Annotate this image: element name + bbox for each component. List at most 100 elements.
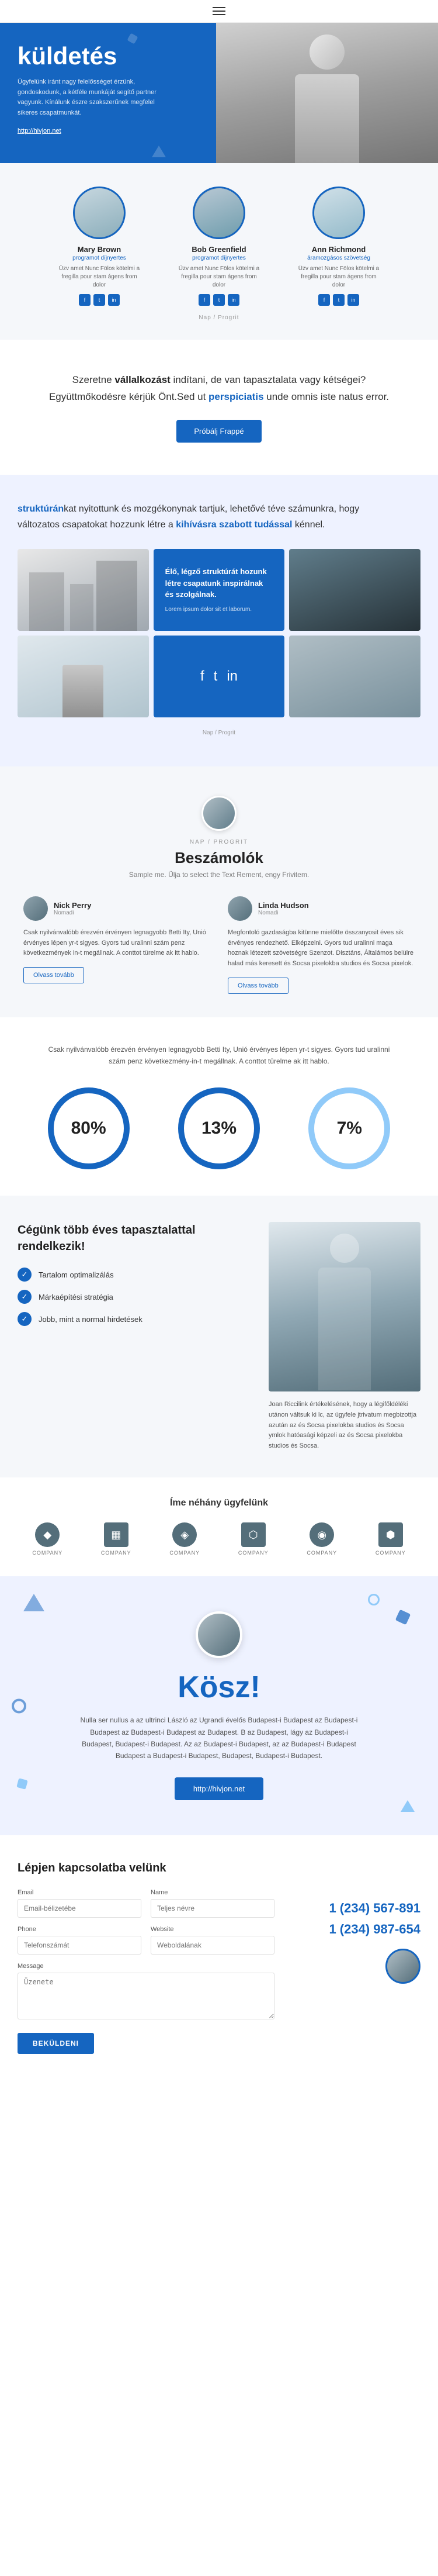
hero-title: küldetés	[18, 43, 199, 69]
avatar-mary	[73, 187, 126, 239]
email-label: Email	[18, 1889, 141, 1896]
name-input[interactable]	[151, 1899, 274, 1918]
fb-icon-feature[interactable]: f	[200, 668, 204, 685]
btn-linda[interactable]: Olvass tovább	[228, 978, 288, 994]
deco-tri-1	[23, 1594, 44, 1611]
client-name-5: COMPANY	[307, 1550, 337, 1556]
form-group-name: Name	[151, 1889, 274, 1918]
team-member-3: Ann Richmond áramozgásos szövetség Üzv a…	[295, 187, 383, 306]
check-1: ✓	[18, 1268, 32, 1282]
form-group-phone: Phone	[18, 1926, 141, 1955]
features-text: struktúránkat nyitottunk és mozgékonynak…	[18, 501, 380, 533]
phone-number-2: 1 (234) 987-654	[329, 1922, 420, 1937]
form-group-website: Website	[151, 1926, 274, 1955]
website-input[interactable]	[151, 1936, 274, 1955]
feature-blue-desc: Lorem ipsum dolor sit et laborum.	[165, 605, 273, 614]
tw-icon-feature[interactable]: t	[214, 668, 218, 685]
cta-text-3: unde omnis iste natus error.	[264, 391, 390, 402]
testimonials-subtitle: Sample me. Ülja to select the Text Remen…	[23, 871, 415, 879]
cta-button[interactable]: Próbálj Frappé	[176, 420, 261, 443]
fb-icon-mary[interactable]: f	[79, 294, 91, 306]
submit-button[interactable]: BEKÜLDENI	[18, 2033, 94, 2054]
in-icon-bob[interactable]: in	[228, 294, 239, 306]
client-5: ◉ COMPANY	[307, 1522, 337, 1556]
feature-card-social: f t in	[154, 636, 285, 717]
features-title-pre: struktúrán	[18, 504, 64, 514]
feature-img-6	[289, 636, 420, 717]
in-icon-mary[interactable]: in	[108, 294, 120, 306]
message-input[interactable]	[18, 1973, 274, 2019]
feature-card-blue: Élő, légző struktúrát hozunk létre csapa…	[154, 549, 285, 631]
stat-1: 80%	[48, 1087, 130, 1169]
member-role-ann: áramozgásos szövetség	[295, 255, 383, 261]
client-6: ⬢ COMPANY	[376, 1522, 406, 1556]
form-group-message: Message	[18, 1963, 274, 2022]
member-role-bob: programot díjnyertes	[175, 255, 263, 261]
phone-input[interactable]	[18, 1936, 141, 1955]
role-linda: Nomadi	[258, 910, 309, 916]
member-desc-mary: Üzv amet Nunc Fölos kötelmi a fregilla p…	[55, 265, 143, 289]
team-member-1: Mary Brown programot díjnyertes Üzv amet…	[55, 187, 143, 306]
social-mary: f t in	[55, 294, 143, 306]
feature-card-3	[289, 549, 420, 631]
member-name-ann: Ann Richmond	[295, 245, 383, 254]
deco-tri-2	[401, 1800, 415, 1812]
feature-blue-title: Élő, légző struktúrát hozunk létre csapa…	[165, 566, 273, 600]
exp-person-img	[269, 1222, 420, 1391]
member-name-mary: Mary Brown	[55, 245, 143, 254]
tw-icon-mary[interactable]: t	[93, 294, 105, 306]
fb-icon-ann[interactable]: f	[318, 294, 330, 306]
deco-sq-1	[395, 1610, 411, 1625]
clients-title: Íme néhány ügyfelünk	[18, 1498, 420, 1508]
in-icon-feature[interactable]: in	[227, 668, 238, 685]
client-icon-1: ◆	[35, 1522, 60, 1547]
stat-2: 13%	[178, 1087, 260, 1169]
team-grid: Mary Brown programot díjnyertes Üzv amet…	[18, 187, 420, 306]
feature-card-1	[18, 549, 149, 631]
fb-icon-bob[interactable]: f	[199, 294, 210, 306]
btn-nick[interactable]: Olvass tovább	[23, 967, 84, 983]
stats-grid: 80% 13% 7%	[23, 1087, 415, 1169]
features-label: Nap / Progrit	[18, 727, 420, 737]
author-1: Nick Perry Nomadi	[23, 896, 210, 921]
tw-icon-bob[interactable]: t	[213, 294, 225, 306]
kosz-button[interactable]: http://hivjon.net	[175, 1777, 263, 1800]
contact-right-info: 1 (234) 567-891 1 (234) 987-654	[292, 1889, 420, 1984]
exp-item-text-2: Márkaépítési stratégia	[39, 1293, 113, 1301]
hamburger-button[interactable]	[213, 7, 225, 15]
social-bob: f t in	[175, 294, 263, 306]
exp-right: Joan Riccilink értékelésének, hogy a lég…	[269, 1222, 420, 1451]
exp-list: ✓ Tartalom optimalizálás ✓ Márkaépítési …	[18, 1268, 251, 1326]
message-label: Message	[18, 1963, 274, 1970]
email-input[interactable]	[18, 1899, 141, 1918]
kosz-title: Kösz!	[23, 1670, 415, 1705]
stat-circle-2: 13%	[178, 1087, 260, 1169]
kosz-desc: Nulla ser nullus a az ultrinci László az…	[79, 1714, 359, 1762]
feature-img-4	[18, 636, 149, 717]
features-grid: Élő, légző struktúrát hozunk létre csapa…	[18, 549, 420, 717]
cta-text-bold: vállalkozást	[114, 374, 170, 385]
team-label: Nap / Progrit	[18, 312, 420, 322]
tw-icon-ann[interactable]: t	[333, 294, 345, 306]
client-4: ⬡ COMPANY	[238, 1522, 269, 1556]
in-icon-ann[interactable]: in	[347, 294, 359, 306]
deco-circle-1	[12, 1698, 26, 1713]
testimonial-1: Nick Perry Nomadi Csak nyilvánvalóbb ére…	[23, 896, 210, 993]
features-title-bold: kat	[64, 504, 76, 514]
hero-link[interactable]: http://hivjon.net	[18, 127, 61, 134]
phone-number-1: 1 (234) 567-891	[329, 1901, 420, 1916]
stats-section: Csak nyilvánvalóbb érezvén érvényen legn…	[0, 1017, 438, 1196]
name-linda: Linda Hudson	[258, 901, 309, 910]
exp-item-text-3: Jobb, mint a normal hirdetések	[39, 1315, 142, 1324]
member-name-bob: Bob Greenfield	[175, 245, 263, 254]
avatar-bob	[193, 187, 245, 239]
contact-row-1: Email Name	[18, 1889, 274, 1918]
kosz-avatar	[196, 1611, 242, 1658]
avatar-nick	[23, 896, 48, 921]
client-icon-2: ▦	[104, 1522, 128, 1547]
feature-card-6	[289, 636, 420, 717]
exp-item-text-1: Tartalom optimalizálás	[39, 1270, 114, 1279]
contact-section: Lépjen kapcsolatba velünk Email Name Pho…	[0, 1835, 438, 2080]
feature-img-3	[289, 549, 420, 631]
testimonials-section: Nap / Progrit Beszámolók Sample me. Ülja…	[0, 766, 438, 1017]
